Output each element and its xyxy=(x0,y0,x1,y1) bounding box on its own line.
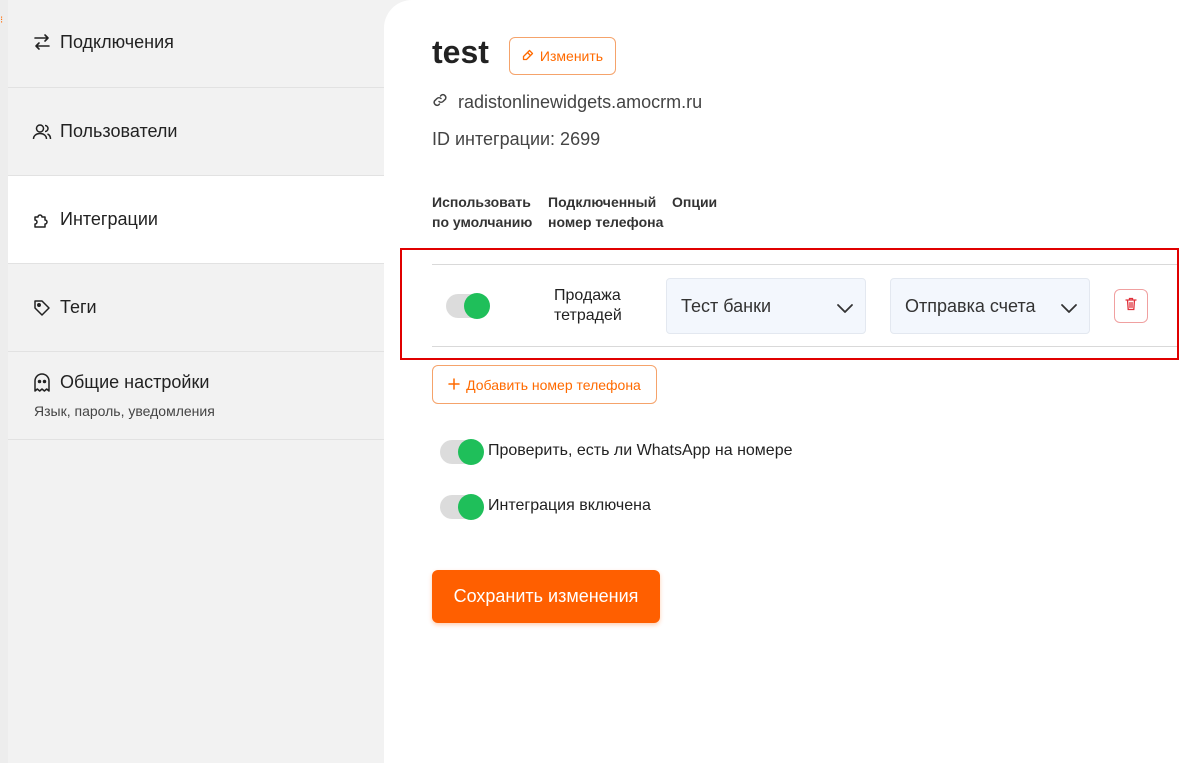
sidebar-item-general-settings[interactable]: Общие настройки Язык, пароль, уведомлени… xyxy=(8,352,384,440)
sidebar: Подключения Пользователи Интеграции Теги xyxy=(8,0,384,763)
integration-id: ID интеграции: 2699 xyxy=(432,129,601,149)
column-header-phone: Подключенный номер телефона xyxy=(548,194,664,230)
eraser-icon xyxy=(522,48,534,64)
sidebar-item-label: Подключения xyxy=(60,32,174,52)
sidebar-item-label: Пользователи xyxy=(60,121,178,141)
edit-button-label: Изменить xyxy=(539,48,604,64)
puzzle-icon xyxy=(32,210,52,230)
tag-icon xyxy=(32,298,52,318)
column-header-options: Опции xyxy=(672,194,718,210)
integration-enabled-toggle[interactable] xyxy=(440,494,484,520)
link-icon xyxy=(432,92,448,113)
sidebar-item-integrations[interactable]: Интеграции xyxy=(8,176,384,264)
add-phone-button[interactable]: Добавить номер телефона xyxy=(432,365,657,404)
sidebar-item-users[interactable]: Пользователи xyxy=(8,88,384,176)
sidebar-item-label: Общие настройки xyxy=(60,372,210,392)
sidebar-item-tags[interactable]: Теги xyxy=(8,264,384,352)
ghost-icon xyxy=(32,372,52,393)
toggle-knob xyxy=(458,494,484,520)
column-header-default: Использовать по умолчанию xyxy=(432,194,533,230)
sidebar-item-connections[interactable]: Подключения xyxy=(8,0,384,88)
main-panel: test Изменить radistonlinewidgets.amocrm… xyxy=(384,0,1197,763)
page-title: test xyxy=(432,34,489,70)
plus-icon xyxy=(448,377,460,393)
left-edge-strip xyxy=(0,0,8,763)
sidebar-item-label: Интеграции xyxy=(60,209,158,229)
integration-enabled-label: Интеграция включена xyxy=(488,497,651,514)
highlight-box xyxy=(400,248,1179,360)
domain-text: radistonlinewidgets.amocrm.ru xyxy=(458,92,703,112)
arrows-exchange-icon xyxy=(32,32,52,52)
toggle-knob xyxy=(458,439,484,465)
sidebar-item-subtitle: Язык, пароль, уведомления xyxy=(34,403,215,419)
edge-mark: ⁝ xyxy=(0,15,4,26)
whatsapp-check-label: Проверить, есть ли WhatsApp на номере xyxy=(488,442,793,459)
domain-row: radistonlinewidgets.amocrm.ru xyxy=(432,92,702,113)
users-icon xyxy=(32,122,52,142)
edit-button[interactable]: Изменить xyxy=(509,37,616,75)
whatsapp-check-toggle[interactable] xyxy=(440,439,484,465)
sidebar-item-label: Теги xyxy=(60,297,97,317)
add-phone-label: Добавить номер телефона xyxy=(466,376,641,393)
save-changes-button[interactable]: Сохранить изменения xyxy=(432,570,660,623)
